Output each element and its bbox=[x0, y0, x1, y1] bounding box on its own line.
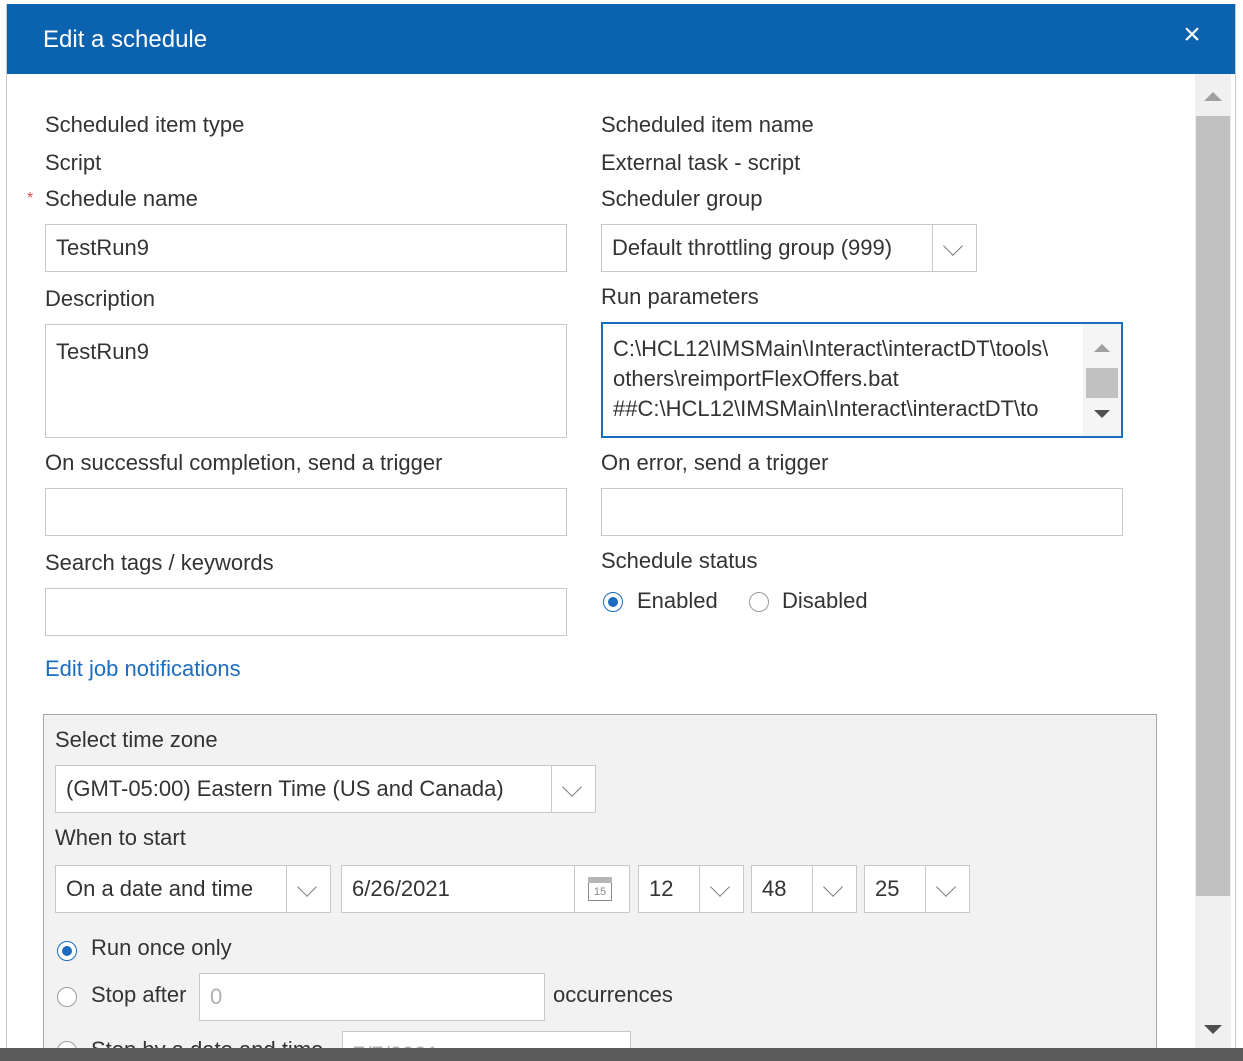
dialog-titlebar: Edit a schedule × bbox=[7, 4, 1235, 74]
status-label: Schedule status bbox=[601, 548, 758, 573]
when-to-start-label: When to start bbox=[55, 825, 186, 850]
stop-after-radio[interactable] bbox=[57, 987, 77, 1007]
error-trigger-label: On error, send a trigger bbox=[601, 450, 829, 475]
status-enabled-label[interactable]: Enabled bbox=[637, 588, 718, 614]
scheduler-group-value: Default throttling group (999) bbox=[612, 235, 893, 260]
tags-label: Search tags / keywords bbox=[45, 550, 274, 575]
chevron-down-icon bbox=[562, 777, 582, 797]
chevron-down-icon bbox=[936, 877, 956, 897]
success-trigger-input[interactable] bbox=[45, 488, 567, 536]
status-disabled-label[interactable]: Disabled bbox=[782, 588, 868, 614]
run-params-line: C:\HCL12\IMSMain\Interact\interactDT\too… bbox=[613, 336, 1049, 361]
calendar-icon-day: 15 bbox=[593, 886, 607, 898]
hour-select[interactable]: 12 bbox=[638, 865, 744, 913]
scroll-up-icon[interactable] bbox=[1094, 344, 1110, 352]
run-params-line: others\reimportFlexOffers.bat bbox=[613, 366, 899, 391]
item-name-label: Scheduled item name bbox=[601, 112, 814, 137]
second-value: 25 bbox=[875, 876, 900, 901]
dialog-body: Scheduled item type Script Scheduled ite… bbox=[7, 74, 1235, 1061]
run-once-radio[interactable] bbox=[57, 941, 77, 961]
item-type-value: Script bbox=[45, 150, 102, 175]
item-type-label: Scheduled item type bbox=[45, 112, 245, 137]
divider bbox=[574, 866, 575, 912]
scroll-thumb[interactable] bbox=[1196, 116, 1230, 896]
run-params-scrollbar[interactable] bbox=[1083, 324, 1121, 436]
timezone-value: (GMT-05:00) Eastern Time (US and Canada) bbox=[66, 776, 504, 801]
chevron-down-icon bbox=[710, 877, 730, 897]
description-label: Description bbox=[45, 286, 156, 311]
start-date-value: 6/26/2021 bbox=[352, 876, 450, 901]
success-trigger-label: On successful completion, send a trigger bbox=[45, 450, 443, 475]
when-to-start-value: On a date and time bbox=[66, 876, 254, 901]
run-params-line: ##C:\HCL12\IMSMain\Interact\interactDT\t… bbox=[613, 396, 1039, 421]
close-icon[interactable]: × bbox=[1177, 20, 1207, 50]
dropdown-arrow[interactable] bbox=[932, 225, 976, 271]
schedule-name-label: Schedule name bbox=[45, 186, 198, 211]
description-textarea[interactable]: TestRun9 bbox=[45, 324, 567, 438]
hour-value: 12 bbox=[649, 876, 674, 901]
occurrences-label: occurrences bbox=[553, 982, 673, 1007]
dropdown-arrow[interactable] bbox=[699, 866, 743, 912]
chevron-down-icon bbox=[943, 236, 963, 256]
schedule-name-input[interactable]: TestRun9 bbox=[45, 224, 567, 272]
item-name-value: External task - script bbox=[601, 150, 801, 175]
scroll-down-icon[interactable] bbox=[1094, 410, 1110, 418]
dropdown-arrow[interactable] bbox=[812, 866, 856, 912]
scheduler-group-label: Scheduler group bbox=[601, 186, 763, 211]
dialog-scrollbar[interactable] bbox=[1195, 74, 1231, 1061]
run-once-label[interactable]: Run once only bbox=[91, 935, 232, 961]
minute-value: 48 bbox=[762, 876, 787, 901]
stop-after-input[interactable]: 0 bbox=[199, 973, 545, 1021]
status-enabled-radio[interactable] bbox=[603, 592, 623, 612]
timezone-select[interactable]: (GMT-05:00) Eastern Time (US and Canada) bbox=[55, 765, 596, 813]
run-params-label: Run parameters bbox=[601, 284, 759, 309]
timing-panel: Select time zone (GMT-05:00) Eastern Tim… bbox=[43, 714, 1157, 1061]
when-to-start-select[interactable]: On a date and time bbox=[55, 865, 331, 913]
scheduler-group-select[interactable]: Default throttling group (999) bbox=[601, 224, 977, 272]
chevron-down-icon bbox=[823, 877, 843, 897]
dropdown-arrow[interactable] bbox=[286, 866, 330, 912]
stop-after-label[interactable]: Stop after bbox=[91, 982, 186, 1008]
edit-schedule-dialog: Edit a schedule × Scheduled item type Sc… bbox=[6, 4, 1236, 1061]
bottom-overlay bbox=[0, 1048, 1243, 1061]
minute-select[interactable]: 48 bbox=[751, 865, 857, 913]
dialog-title: Edit a schedule bbox=[43, 26, 208, 53]
edit-job-notifications-link[interactable]: Edit job notifications bbox=[45, 656, 241, 682]
start-date-input[interactable]: 6/26/2021 15 bbox=[341, 865, 630, 913]
scroll-down-icon[interactable] bbox=[1204, 1025, 1222, 1034]
required-marker: * bbox=[27, 190, 34, 207]
run-params-textarea[interactable]: C:\HCL12\IMSMain\Interact\interactDT\too… bbox=[601, 322, 1123, 438]
second-select[interactable]: 25 bbox=[864, 865, 970, 913]
calendar-icon[interactable]: 15 bbox=[588, 877, 612, 901]
error-trigger-input[interactable] bbox=[601, 488, 1123, 536]
description-value: TestRun9 bbox=[56, 339, 149, 364]
dropdown-arrow[interactable] bbox=[551, 766, 595, 812]
scroll-thumb[interactable] bbox=[1086, 368, 1118, 398]
scroll-up-icon[interactable] bbox=[1204, 92, 1222, 101]
status-disabled-radio[interactable] bbox=[749, 592, 769, 612]
tags-input[interactable] bbox=[45, 588, 567, 636]
dropdown-arrow[interactable] bbox=[925, 866, 969, 912]
timezone-label: Select time zone bbox=[55, 727, 218, 752]
chevron-down-icon bbox=[297, 877, 317, 897]
